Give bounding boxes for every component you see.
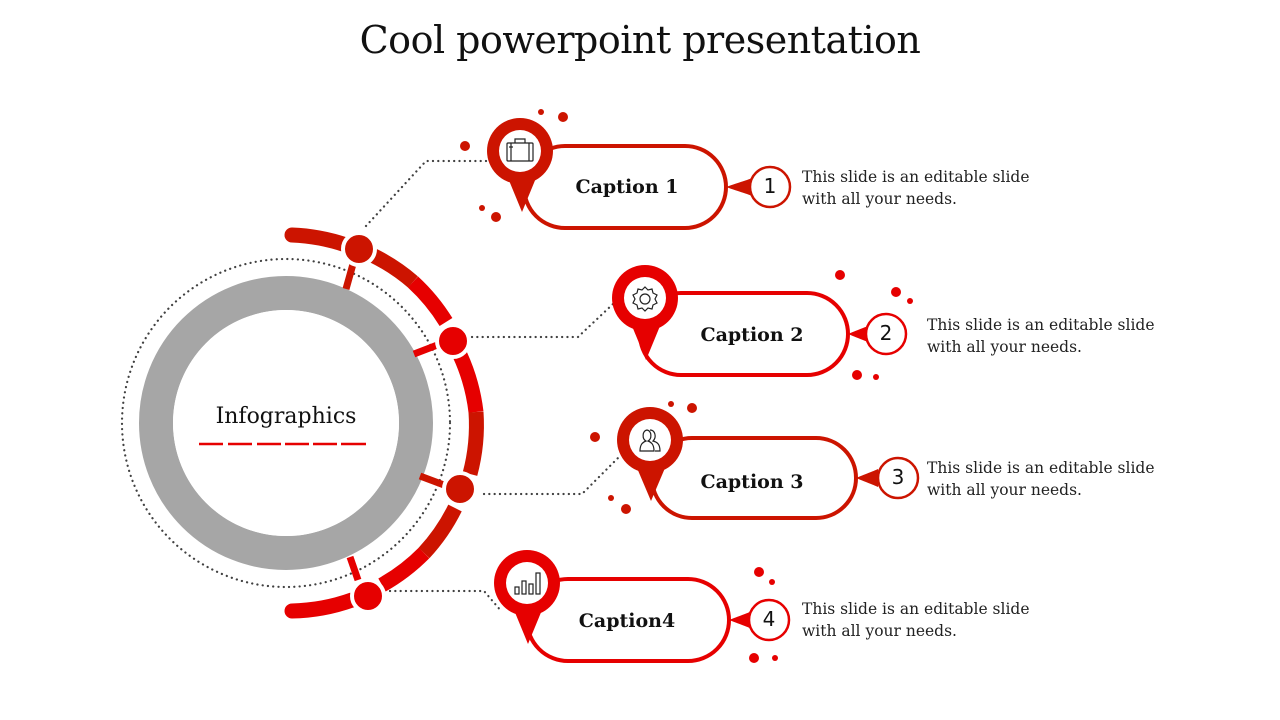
arc-segment-5: [462, 411, 484, 476]
description-1-line2: with all your needs.: [802, 190, 957, 208]
description-3: This slide is an editable slide with all…: [927, 457, 1187, 501]
number-1: 1: [763, 174, 777, 198]
caption-3-label: Caption 3: [700, 471, 804, 493]
description-4-line1: This slide is an editable slide: [802, 600, 1030, 618]
number-2: 2: [879, 321, 893, 345]
arc-node-2: [435, 323, 471, 359]
description-4-line2: with all your needs.: [802, 622, 957, 640]
description-4: This slide is an editable slide with all…: [802, 598, 1062, 642]
caption-2-label: Caption 2: [700, 324, 804, 346]
description-3-line1: This slide is an editable slide: [927, 459, 1155, 477]
arc-segment-1: [284, 227, 354, 253]
arc-segment-2: [368, 248, 418, 288]
description-2: This slide is an editable slide with all…: [927, 314, 1187, 358]
arc-segment-8: [284, 592, 360, 619]
caption-card-3[interactable]: [590, 401, 920, 520]
number-3: 3: [891, 465, 905, 489]
center-label: Infographics: [215, 404, 357, 429]
arc-segment-6: [418, 504, 462, 559]
description-3-line2: with all your needs.: [927, 481, 1082, 499]
number-4: 4: [762, 607, 776, 631]
arc-segment-7: [378, 547, 430, 592]
arc-node-4: [350, 578, 386, 614]
slide-title: Cool powerpoint presentation: [359, 18, 921, 62]
caption-1-label: Caption 1: [575, 176, 679, 198]
caption-4-label: Caption4: [578, 610, 676, 632]
arc-node-3: [442, 471, 478, 507]
description-1: This slide is an editable slide with all…: [802, 166, 1062, 210]
description-1-line1: This slide is an editable slide: [802, 168, 1030, 186]
caption-card-1[interactable]: [460, 109, 792, 230]
description-2-line1: This slide is an editable slide: [927, 316, 1155, 334]
slide: Cool powerpoint presentation Infographic…: [0, 0, 1280, 720]
arc-segment-4: [453, 351, 484, 414]
caption-card-4[interactable]: [494, 550, 791, 663]
arc-node-1: [341, 231, 377, 267]
description-2-line2: with all your needs.: [927, 338, 1082, 356]
arc-segment-3: [407, 276, 453, 327]
